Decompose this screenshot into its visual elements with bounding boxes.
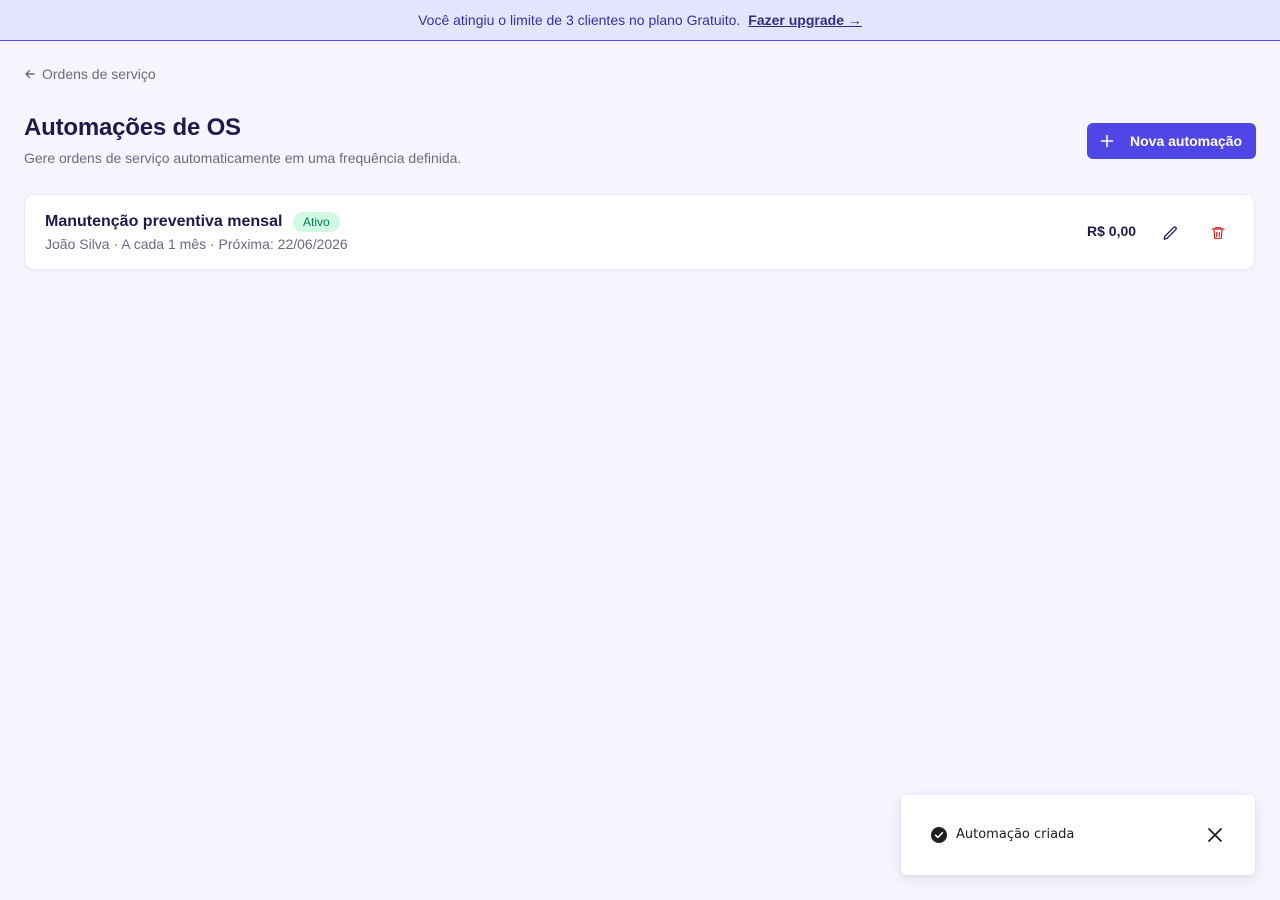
new-automation-button[interactable]: Nova automação <box>1087 123 1256 159</box>
close-icon <box>1208 828 1222 842</box>
page-title: Automações de OS <box>24 114 241 141</box>
upgrade-link[interactable]: Fazer upgrade → <box>748 12 862 28</box>
back-link-label: Ordens de serviço <box>42 66 156 82</box>
arrow-left-icon <box>25 69 35 79</box>
back-link[interactable]: Ordens de serviço <box>24 66 156 82</box>
automation-card[interactable]: Manutenção preventiva mensal Ativo João … <box>24 194 1255 270</box>
delete-button[interactable] <box>1207 222 1229 244</box>
page-subtitle: Gere ordens de serviço automaticamente e… <box>24 150 462 166</box>
automation-price: R$ 0,00 <box>1087 223 1137 239</box>
trash-icon <box>1211 227 1225 239</box>
upgrade-banner: Você atingiu o limite de 3 clientes no p… <box>0 0 1280 41</box>
banner-message: Você atingiu o limite de 3 clientes no p… <box>418 12 741 28</box>
automation-meta: João Silva · A cada 1 mês · Próxima: 22/… <box>45 236 348 252</box>
status-badge: Ativo <box>293 212 340 232</box>
new-automation-label: Nova automação <box>1130 133 1243 149</box>
automation-name: Manutenção preventiva mensal <box>45 213 283 230</box>
toast-message: Automação criada <box>956 827 1075 842</box>
plus-icon <box>1100 134 1114 148</box>
pencil-icon <box>1162 225 1177 240</box>
toast-close-button[interactable] <box>1205 825 1225 845</box>
edit-button[interactable] <box>1159 222 1181 244</box>
toast-notification: Automação criada <box>901 795 1255 875</box>
check-circle-icon <box>931 827 947 843</box>
